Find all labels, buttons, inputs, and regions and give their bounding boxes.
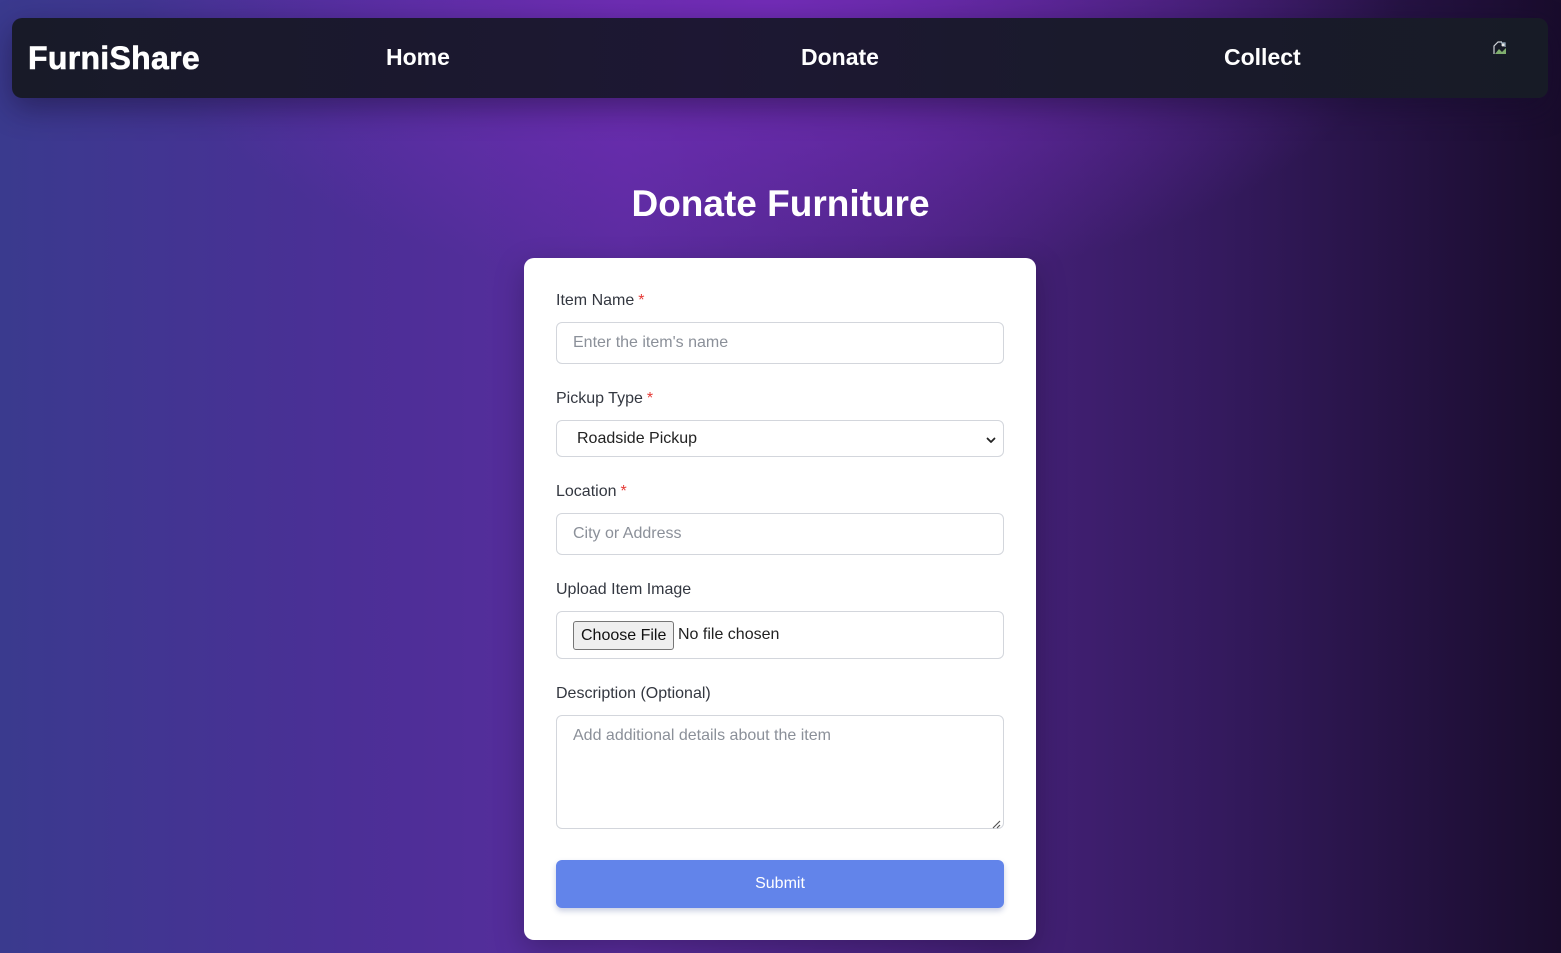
location-input[interactable] [556, 513, 1004, 555]
donate-form-card: Item Name* Pickup Type* Roadside Pickup … [524, 258, 1036, 940]
chevron-down-icon [985, 433, 997, 445]
pickup-type-label-text: Pickup Type [556, 390, 643, 407]
page-title: Donate Furniture [631, 183, 930, 224]
item-name-input[interactable] [556, 322, 1004, 364]
file-upload-field: Choose File No file chosen [556, 611, 1004, 659]
required-mark: * [638, 292, 645, 309]
pickup-type-selected-value: Roadside Pickup [577, 430, 698, 447]
description-label: Description (Optional) [556, 685, 711, 702]
nav-link-home[interactable]: Home [386, 44, 450, 71]
nav-link-collect[interactable]: Collect [1224, 44, 1301, 71]
required-mark: * [620, 483, 627, 500]
description-textarea[interactable] [556, 715, 1004, 829]
pickup-type-select[interactable]: Roadside Pickup [556, 420, 1004, 457]
brand-logo[interactable]: FurniShare [28, 40, 200, 77]
pickup-type-label: Pickup Type * [556, 390, 653, 408]
item-name-label-text: Item Name [556, 292, 635, 309]
upload-image-label: Upload Item Image [556, 581, 692, 598]
required-mark: * [646, 390, 654, 407]
location-label: Location * [556, 483, 627, 501]
file-status-text: No file chosen [678, 626, 780, 643]
navbar: FurniShare Home Donate Collect [12, 18, 1548, 98]
submit-button[interactable]: Submit [556, 860, 1004, 908]
choose-file-button[interactable]: Choose File [573, 621, 675, 650]
location-label-text: Location [556, 483, 617, 500]
resize-handle-icon[interactable] [991, 816, 1001, 829]
broken-image-icon[interactable] [1492, 40, 1508, 56]
item-name-label: Item Name * [556, 292, 644, 310]
nav-link-donate[interactable]: Donate [801, 44, 879, 71]
